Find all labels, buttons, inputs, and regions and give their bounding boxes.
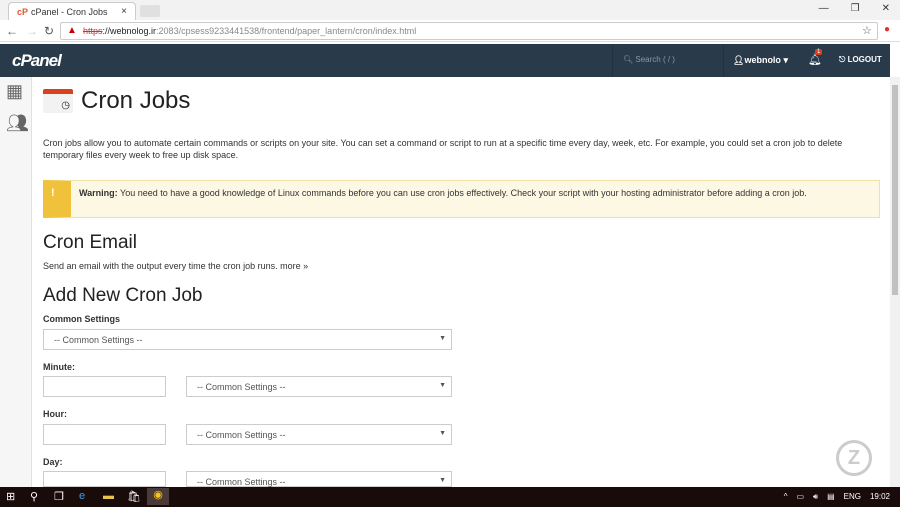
edge-icon[interactable]: e xyxy=(79,490,85,502)
hour-label: Hour: xyxy=(43,409,67,419)
notification-badge: 1 xyxy=(815,49,823,55)
back-icon[interactable]: ← xyxy=(6,24,18,38)
url-host: ://webnolog.ir xyxy=(102,26,157,36)
url-input[interactable]: ▲ https://webnolog.ir:2083/cpsess92334415… xyxy=(60,22,878,40)
store-icon[interactable]: 🛍︎ xyxy=(127,490,141,503)
reload-icon[interactable]: ↻ xyxy=(44,24,54,38)
clock[interactable]: 19:02 xyxy=(870,492,890,502)
hour-input[interactable] xyxy=(43,424,166,445)
page-description: Cron jobs allow you to automate certain … xyxy=(43,138,843,160)
forward-icon[interactable]: → xyxy=(26,24,38,38)
warning-label: Warning: xyxy=(79,188,118,198)
browser-tab[interactable]: cP cPanel - Cron Jobs × xyxy=(8,2,136,20)
cpanel-favicon-icon: cP xyxy=(17,7,29,17)
start-icon[interactable]: ⊞ xyxy=(6,490,15,503)
dropdown-caret-icon: ▼ xyxy=(439,335,446,342)
search-input[interactable]: 🔍︎ Search ( / ) xyxy=(612,44,724,77)
logout-button[interactable]: ⎋ LOGOUT xyxy=(839,55,882,65)
url-scheme: https xyxy=(83,26,103,36)
users-icon[interactable]: 👥︎ xyxy=(6,113,29,134)
logout-label: LOGOUT xyxy=(847,55,882,64)
minute-common-settings-select[interactable]: -- Common Settings -- ▼ xyxy=(186,376,452,397)
cpanel-logo[interactable]: cPanel xyxy=(12,51,62,71)
action-center-icon[interactable]: ▤ xyxy=(827,492,835,502)
close-window-icon[interactable]: ✕ xyxy=(882,3,890,14)
cron-calendar-icon: ◷ xyxy=(43,89,73,113)
browser-tab-bar: cP cPanel - Cron Jobs × — ❐ ✕ xyxy=(0,0,900,20)
file-explorer-icon[interactable]: ▬ xyxy=(103,490,114,502)
dropdown-caret-icon: ▼ xyxy=(439,382,446,389)
search-taskbar-icon[interactable]: ⚲ xyxy=(30,490,38,503)
maximize-icon[interactable]: ❐ xyxy=(851,3,860,14)
bookmark-star-icon[interactable]: ☆ xyxy=(862,24,872,37)
watermark-logo: Z xyxy=(836,440,872,476)
minute-label: Minute: xyxy=(43,362,75,372)
page-title: Cron Jobs xyxy=(81,87,191,114)
day-input[interactable] xyxy=(43,471,166,487)
new-tab-button[interactable] xyxy=(140,5,160,17)
minute-input[interactable] xyxy=(43,376,166,397)
extension-icon[interactable]: ● xyxy=(884,24,890,35)
select-value: -- Common Settings -- xyxy=(197,382,286,392)
task-view-icon[interactable]: ❐ xyxy=(54,490,64,503)
select-value: -- Common Settings -- xyxy=(197,430,286,440)
language-indicator[interactable]: ENG xyxy=(844,492,861,502)
cron-email-heading: Cron Email xyxy=(43,232,137,253)
close-tab-icon[interactable]: × xyxy=(121,6,127,17)
cron-email-text: Send an email with the output every time… xyxy=(43,261,278,271)
hour-common-settings-select[interactable]: -- Common Settings -- ▼ xyxy=(186,424,452,445)
search-placeholder: Search ( / ) xyxy=(635,55,675,64)
dropdown-caret-icon: ▼ xyxy=(439,477,446,484)
username: webnolo xyxy=(744,55,781,65)
common-settings-label: Common Settings xyxy=(43,314,121,324)
warning-text: You need to have a good knowledge of Lin… xyxy=(120,188,807,198)
common-settings-select[interactable]: -- Common Settings -- ▼ xyxy=(43,329,452,350)
more-link[interactable]: more » xyxy=(280,261,308,271)
address-bar-row: ← → ↻ ▲ https://webnolog.ir:2083/cpsess92… xyxy=(0,20,900,42)
add-cron-job-heading: Add New Cron Job xyxy=(43,285,203,306)
select-value: -- Common Settings -- xyxy=(197,477,286,487)
cpanel-header: cPanel 🔍︎ Search ( / ) 👤︎webnolo ▾ 🔔︎ 1 … xyxy=(0,44,890,77)
day-label: Day: xyxy=(43,457,63,467)
sidebar: ▦ 👥︎ xyxy=(0,77,32,487)
chrome-icon[interactable]: ◉ xyxy=(147,488,169,505)
tab-title: cPanel - Cron Jobs xyxy=(31,7,108,17)
user-icon: 👤︎ xyxy=(733,55,745,65)
warning-icon: ! xyxy=(51,187,55,199)
url-path: :2083/cpsess9233441538/frontend/paper_la… xyxy=(156,26,417,36)
select-value: -- Common Settings -- xyxy=(54,335,143,345)
tray-chevron-icon[interactable]: ^ xyxy=(784,492,788,502)
minimize-icon[interactable]: — xyxy=(819,3,829,14)
volume-icon[interactable]: 🔊︎ xyxy=(813,492,818,502)
search-icon: 🔍︎ xyxy=(623,55,634,64)
warning-callout: ! Warning: You need to have a good knowle… xyxy=(43,180,880,218)
scrollbar[interactable] xyxy=(890,77,900,487)
apps-grid-icon[interactable]: ▦ xyxy=(6,81,23,102)
scrollbar-thumb[interactable] xyxy=(892,85,898,295)
user-menu[interactable]: 👤︎webnolo ▾ xyxy=(733,55,788,66)
not-secure-icon: ▲ xyxy=(67,25,77,36)
windows-taskbar: ⊞ ⚲ ❐ e ▬ 🛍︎ ◉ ^ ▭ 🔊︎ ▤ ENG 19:02 xyxy=(0,487,900,507)
dropdown-caret-icon: ▼ xyxy=(439,430,446,437)
network-icon[interactable]: ▭ xyxy=(796,492,804,502)
day-common-settings-select[interactable]: -- Common Settings -- ▼ xyxy=(186,471,452,487)
